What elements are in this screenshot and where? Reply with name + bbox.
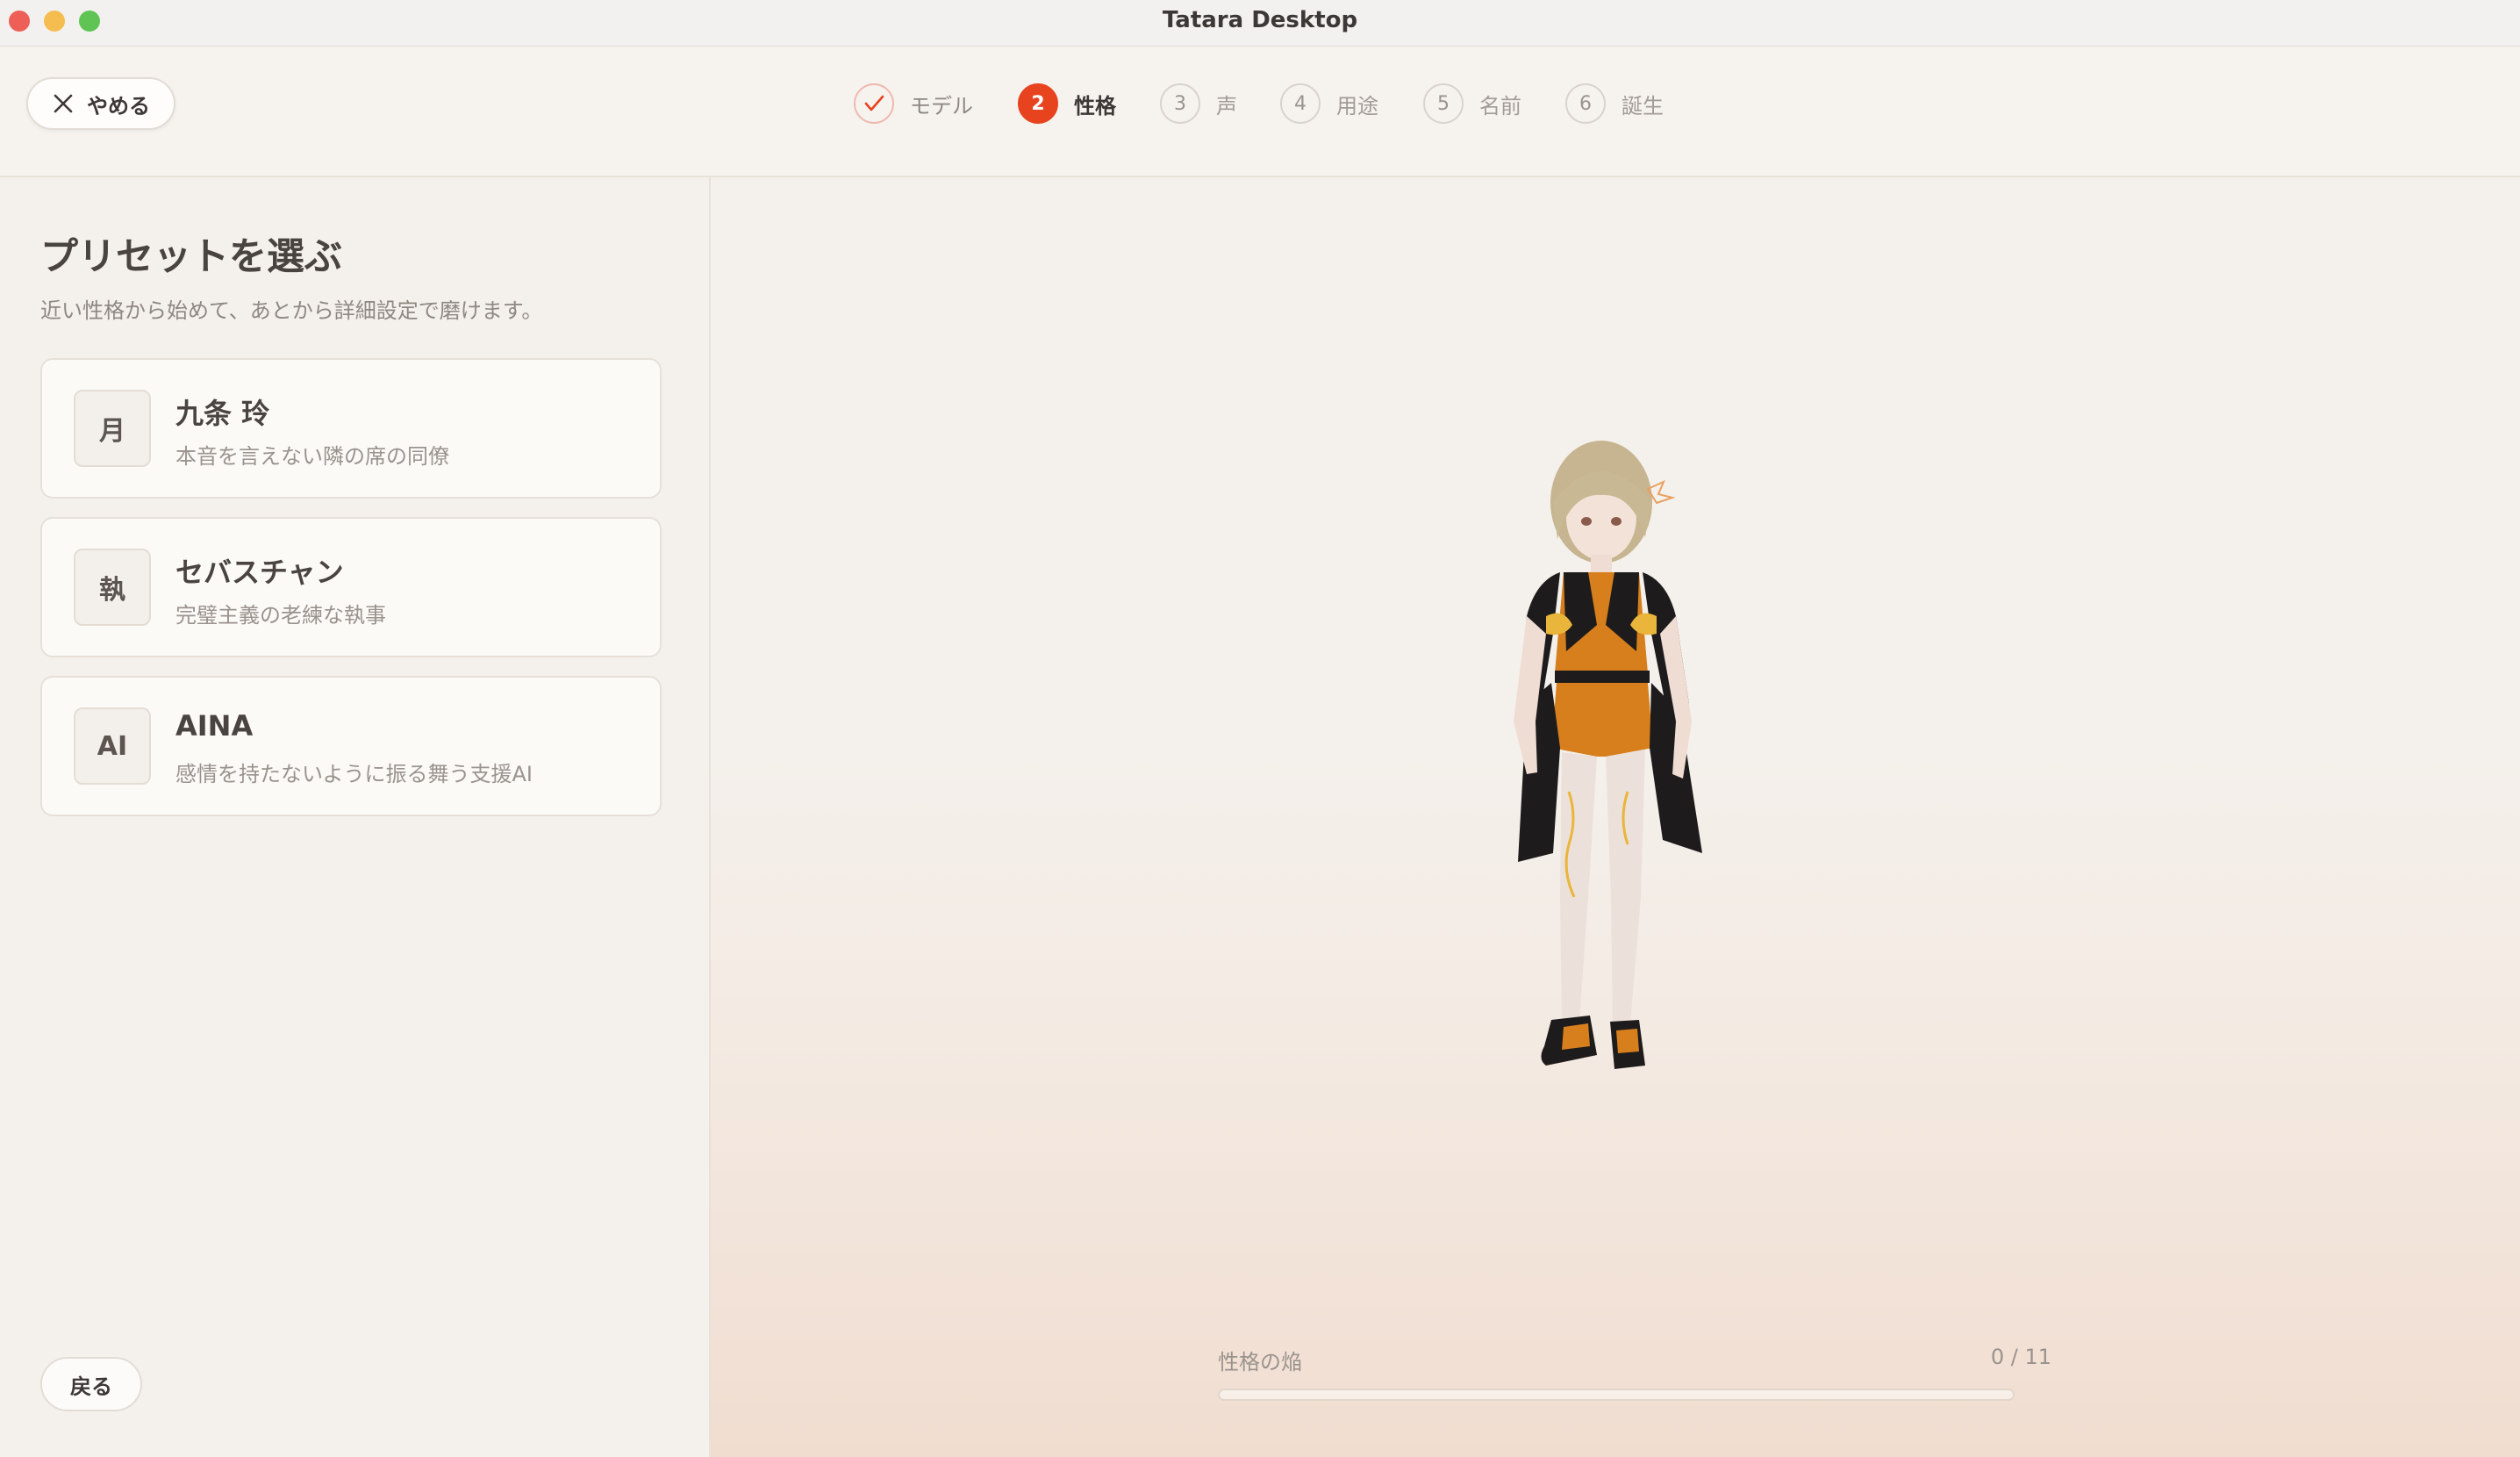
step-birth-marker: 6 bbox=[1565, 83, 1606, 124]
step-model-label: モデル bbox=[910, 93, 973, 118]
step-name[interactable]: 5 名前 bbox=[1423, 82, 1521, 126]
step-personality-marker: 2 bbox=[1018, 83, 1058, 124]
step-voice[interactable]: 3 声 bbox=[1160, 82, 1237, 126]
preset-badge: AI bbox=[74, 707, 151, 785]
preset-name: セバスチャン bbox=[175, 556, 344, 589]
page-title: プリセットを選ぶ bbox=[40, 235, 342, 279]
step-purpose-label: 用途 bbox=[1336, 93, 1378, 118]
preset-badge: 執 bbox=[74, 549, 151, 626]
preset-description: 本音を言えない隣の席の同僚 bbox=[175, 444, 449, 469]
preset-name: 九条 玲 bbox=[175, 397, 270, 430]
preset-card-kujo-rei[interactable]: 月 九条 玲 本音を言えない隣の席の同僚 bbox=[40, 358, 662, 499]
step-model-marker bbox=[854, 83, 894, 124]
step-voice-label: 声 bbox=[1216, 93, 1237, 118]
step-name-label: 名前 bbox=[1479, 93, 1521, 118]
back-button[interactable]: 戻る bbox=[40, 1357, 142, 1411]
step-birth-label: 誕生 bbox=[1622, 93, 1664, 118]
step-personality-label: 性格 bbox=[1074, 93, 1116, 118]
wizard-header: やめる モデル 2 性格 3 声 4 用途 5 名前 6 誕生 bbox=[0, 47, 2520, 177]
personality-flame-progress bbox=[1218, 1389, 2015, 1401]
title-bar: Tatara Desktop bbox=[0, 0, 2520, 47]
check-icon bbox=[864, 95, 884, 111]
step-birth[interactable]: 6 誕生 bbox=[1565, 82, 1664, 126]
personality-flame-label: 性格の焔 bbox=[1218, 1350, 1302, 1374]
step-personality[interactable]: 2 性格 bbox=[1018, 82, 1116, 126]
window-title: Tatara Desktop bbox=[1162, 7, 1358, 33]
page-subtitle: 近い性格から始めて、あとから詳細設定で磨けます。 bbox=[40, 298, 543, 323]
step-purpose[interactable]: 4 用途 bbox=[1280, 82, 1378, 126]
preset-description: 感情を持たないように振る舞う支援AI bbox=[175, 762, 533, 786]
avatar-model[interactable] bbox=[1465, 441, 1755, 1125]
preset-description: 完璧主義の老練な執事 bbox=[175, 603, 386, 628]
avatar-stage: 性格の焔 0 / 11 bbox=[711, 177, 2520, 1457]
preset-name: AINA bbox=[175, 709, 254, 743]
preset-sidebar: プリセットを選ぶ 近い性格から始めて、あとから詳細設定で磨けます。 月 九条 玲… bbox=[0, 177, 711, 1457]
wizard-stepper: モデル 2 性格 3 声 4 用途 5 名前 6 誕生 bbox=[0, 82, 2520, 131]
step-name-marker: 5 bbox=[1423, 83, 1464, 124]
step-model[interactable]: モデル bbox=[854, 82, 973, 126]
step-voice-marker: 3 bbox=[1160, 83, 1200, 124]
preset-card-sebastian[interactable]: 執 セバスチャン 完璧主義の老練な執事 bbox=[40, 517, 662, 657]
preset-badge: 月 bbox=[74, 390, 151, 467]
personality-flame-count: 0 / 11 bbox=[1990, 1345, 2051, 1369]
step-purpose-marker: 4 bbox=[1280, 83, 1321, 124]
preset-card-aina[interactable]: AI AINA 感情を持たないように振る舞う支援AI bbox=[40, 676, 662, 816]
